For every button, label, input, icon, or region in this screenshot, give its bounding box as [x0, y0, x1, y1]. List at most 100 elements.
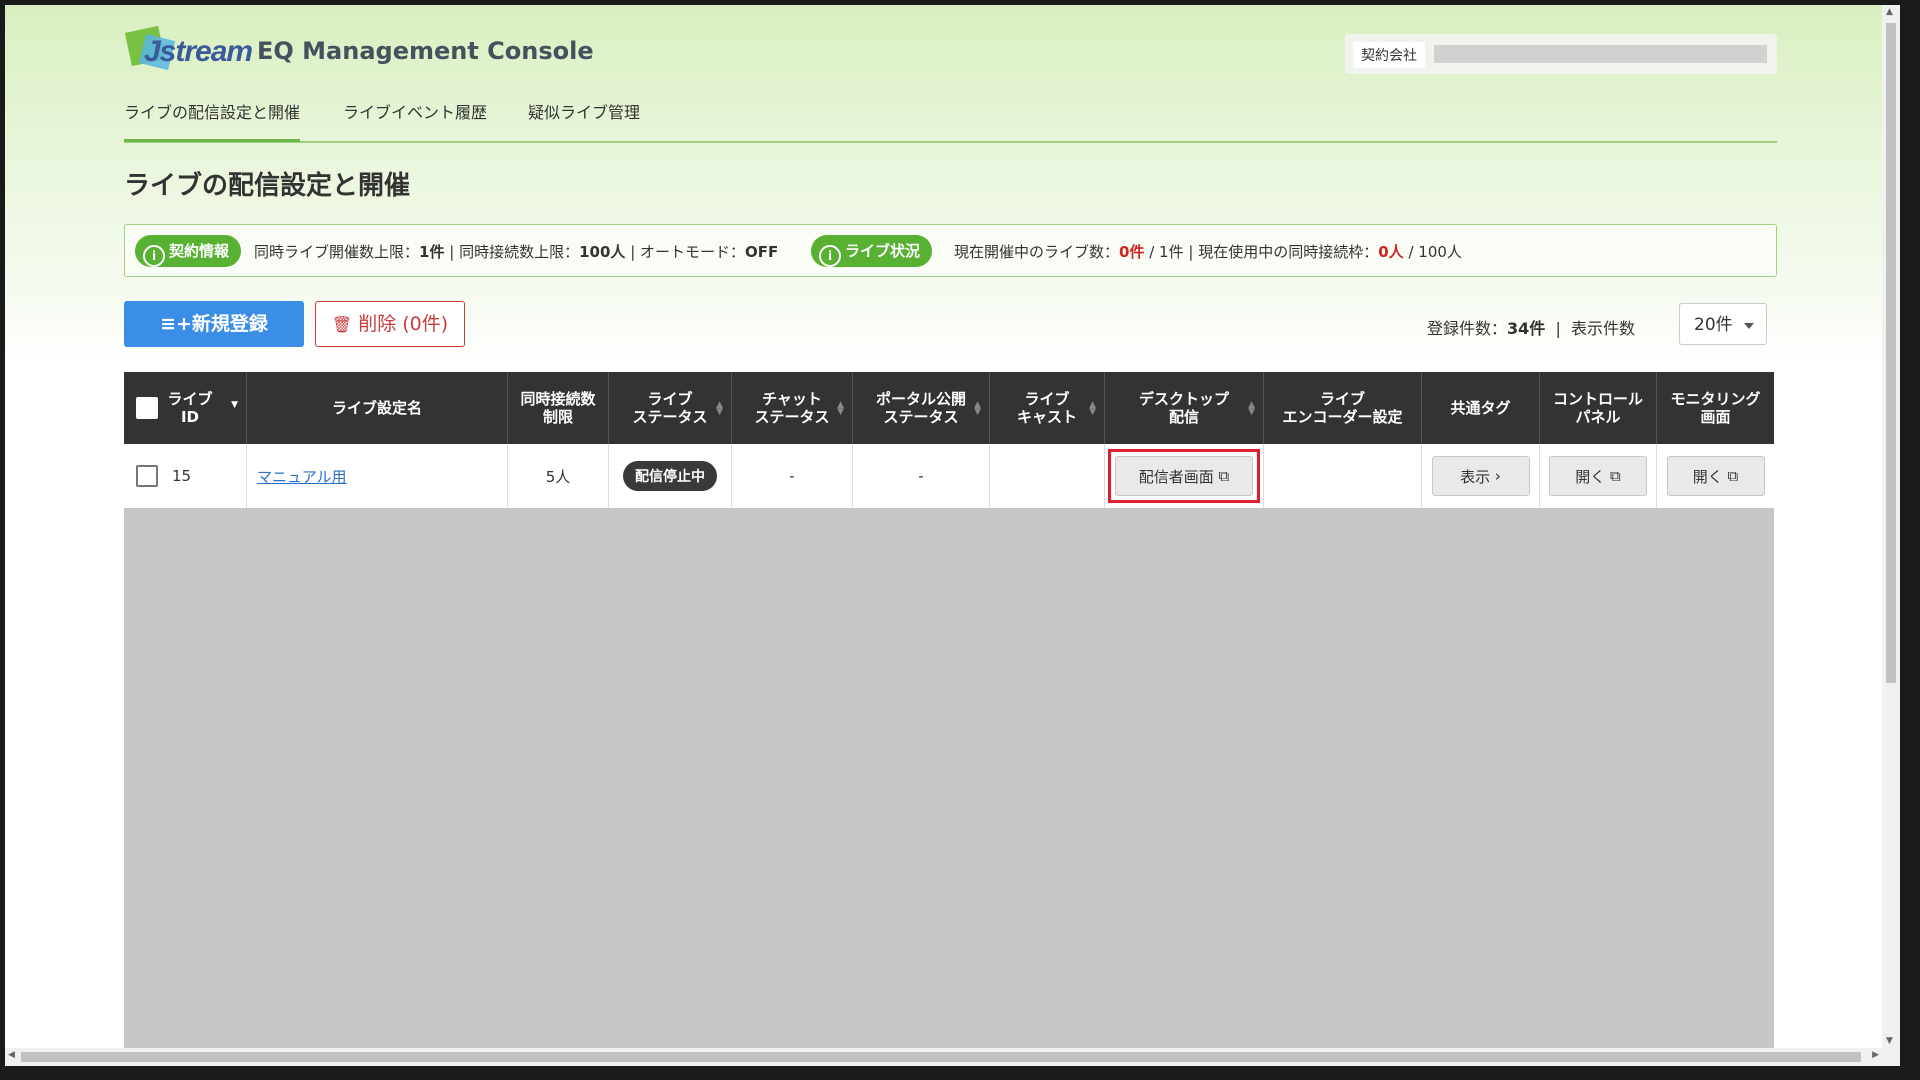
jstream-logo[interactable]: Jstream	[124, 25, 253, 75]
horizontal-scroll-thumb[interactable]	[21, 1052, 1861, 1062]
display-count-label: 表示件数	[1571, 319, 1636, 338]
th-chat-status[interactable]: チャット ステータス ▲ ▼	[732, 372, 853, 444]
separator: |	[630, 243, 636, 261]
th-livecast[interactable]: ライブ キャスト ▲ ▼	[990, 372, 1105, 444]
nav-item-pseudo-live[interactable]: 疑似ライブ管理	[528, 99, 640, 139]
contract-company-label: 契約会社	[1353, 42, 1425, 68]
count-area: 登録件数：34件 | 表示件数 20件	[1427, 303, 1767, 347]
show-common-tag-button[interactable]: 表示 ›	[1431, 456, 1530, 496]
live-status-text: 現在開催中のライブ数：0件 / 1件 | 現在使用中の同時接続枠：0人 / 10…	[954, 241, 1462, 262]
trash-icon: 🗑	[331, 315, 353, 334]
info-bar: i 契約情報 同時ライブ開催数上限：1件 | 同時接続数上限：100人 | オート…	[124, 224, 1777, 277]
td-concurrent: 5人	[508, 444, 609, 508]
logo-text: Jstream	[144, 35, 253, 68]
td-monitoring: 開く ⧉	[1657, 444, 1774, 508]
scroll-right-icon[interactable]: ▶	[1872, 1050, 1879, 1060]
live-name-link[interactable]: マニュアル用	[257, 466, 347, 487]
app-header: Jstream EQ Management Console 契約会社	[124, 19, 1777, 79]
broadcaster-screen-button[interactable]: 配信者画面 ⧉	[1115, 456, 1253, 496]
th-portal-status-label: ポータル公開 ステータス	[875, 390, 966, 426]
select-all-checkbox[interactable]	[136, 397, 158, 419]
td-portal-status: -	[853, 444, 990, 508]
table-header: ライブ ID ▼ ライブ設定名 同時接続数 制限 ライブ ステータス ▲ ▼ チャ…	[124, 372, 1774, 444]
th-monitoring: モニタリング 画面	[1670, 390, 1761, 426]
horizontal-scrollbar[interactable]: ◀ ▶	[5, 1048, 1882, 1066]
th-live-id[interactable]: ライブ ID ▼	[124, 372, 247, 444]
info-icon: i	[143, 245, 165, 267]
contract-info-pill: i 契約情報	[135, 235, 242, 267]
modal-overlay-area	[124, 508, 1774, 1066]
show-label: 表示	[1460, 467, 1491, 486]
scroll-up-icon[interactable]: ▲	[1886, 7, 1893, 17]
row-checkbox[interactable]	[136, 465, 158, 487]
main-nav: ライブの配信設定と開催 ライブイベント履歴 疑似ライブ管理	[124, 85, 1777, 143]
td-encoder	[1264, 444, 1422, 508]
auto-mode-value: OFF	[745, 243, 779, 261]
vertical-scrollbar[interactable]: ▲ ▼	[1882, 5, 1900, 1066]
concurrent-conn-value: 100人	[579, 243, 626, 261]
sort-icon: ▲ ▼	[1089, 400, 1096, 417]
open-control-panel-button[interactable]: 開く ⧉	[1549, 456, 1647, 496]
contract-company-box: 契約会社	[1345, 34, 1777, 74]
live-status-pill: i ライブ状況	[811, 235, 933, 267]
concurrent-live-value: 1件	[419, 243, 445, 261]
open-label: 開く	[1575, 467, 1606, 486]
th-desktop[interactable]: デスクトップ 配信 ▲ ▼	[1105, 372, 1264, 444]
current-conn-total: / 100人	[1408, 243, 1462, 261]
td-control-panel: 開く ⧉	[1540, 444, 1657, 508]
current-live-total: / 1件	[1149, 243, 1184, 261]
nav-item-live-settings[interactable]: ライブの配信設定と開催	[124, 99, 301, 142]
app-title: EQ Management Console	[257, 37, 594, 65]
broadcaster-screen-label: 配信者画面	[1138, 467, 1214, 486]
sort-icon: ▲ ▼	[837, 400, 844, 417]
separator: |	[449, 243, 455, 261]
td-common-tag: 表示 ›	[1422, 444, 1540, 508]
nav-item-live-event-history[interactable]: ライブイベント履歴	[343, 99, 487, 139]
chevron-right-icon: ›	[1494, 467, 1501, 485]
current-live-value: 0件	[1119, 243, 1145, 261]
delete-label: 削除 (0件)	[358, 313, 449, 335]
th-live-id-label: ライブ ID	[167, 390, 213, 426]
display-count-select[interactable]: 20件	[1679, 303, 1767, 345]
th-chat-status-label: チャット ステータス	[754, 390, 830, 426]
open-monitoring-button[interactable]: 開く ⧉	[1666, 456, 1765, 496]
scroll-left-icon[interactable]: ◀	[8, 1050, 15, 1060]
sort-icon: ▲ ▼	[1248, 400, 1255, 417]
total-value: 34件	[1507, 319, 1546, 338]
th-concurrent: 同時接続数 制限	[508, 372, 609, 444]
concurrent-conn-label: 同時接続数上限：	[459, 243, 580, 261]
td-desktop: 配信者画面 ⧉	[1105, 444, 1264, 508]
external-link-icon: ⧉	[1610, 467, 1621, 485]
contract-info-text: 同時ライブ開催数上限：1件 | 同時接続数上限：100人 | オートモード：OF…	[254, 241, 778, 262]
sort-icon: ▲ ▼	[716, 400, 723, 417]
th-encoder: ライブ エンコーダー設定	[1264, 372, 1422, 444]
live-id-value: 15	[172, 467, 192, 485]
vertical-scroll-thumb[interactable]	[1886, 23, 1896, 683]
total-label: 登録件数：	[1427, 319, 1508, 338]
live-status-badge: 配信停止中	[623, 461, 717, 491]
external-link-icon: ⧉	[1727, 467, 1739, 485]
display-count-value: 20件	[1694, 315, 1733, 335]
live-status-pill-label: ライブ状況	[845, 242, 921, 260]
separator: |	[1188, 243, 1194, 261]
contract-company-value-redacted	[1434, 45, 1767, 63]
info-icon: i	[819, 245, 841, 267]
page-title: ライブの配信設定と開催	[124, 171, 411, 201]
th-live-status[interactable]: ライブ ステータス ▲ ▼	[609, 372, 732, 444]
th-portal-status[interactable]: ポータル公開 ステータス ▲ ▼	[853, 372, 990, 444]
list-add-icon: ≡+	[160, 313, 192, 335]
external-link-icon: ⧉	[1218, 467, 1230, 485]
new-registration-button[interactable]: ≡+新規登録	[124, 301, 304, 347]
contract-info-pill-label: 契約情報	[169, 242, 230, 260]
th-common-tag: 共通タグ	[1422, 372, 1540, 444]
td-live-name: マニュアル用	[247, 444, 508, 508]
delete-button[interactable]: 🗑 削除 (0件)	[315, 301, 465, 347]
auto-mode-label: オートモード：	[640, 243, 746, 261]
table-row: 15 マニュアル用 5人 配信停止中 - - 配信者画面 ⧉ 表示 › 開く ⧉…	[124, 444, 1774, 509]
scroll-down-icon[interactable]: ▼	[1886, 1036, 1893, 1046]
caret-down-icon	[1744, 323, 1754, 329]
td-live-id: 15	[124, 444, 247, 508]
count-text: 登録件数：34件 | 表示件数	[1427, 315, 1635, 339]
th-control-panel: コントロール パネル	[1540, 372, 1657, 444]
sort-icon: ▲ ▼	[974, 400, 981, 417]
